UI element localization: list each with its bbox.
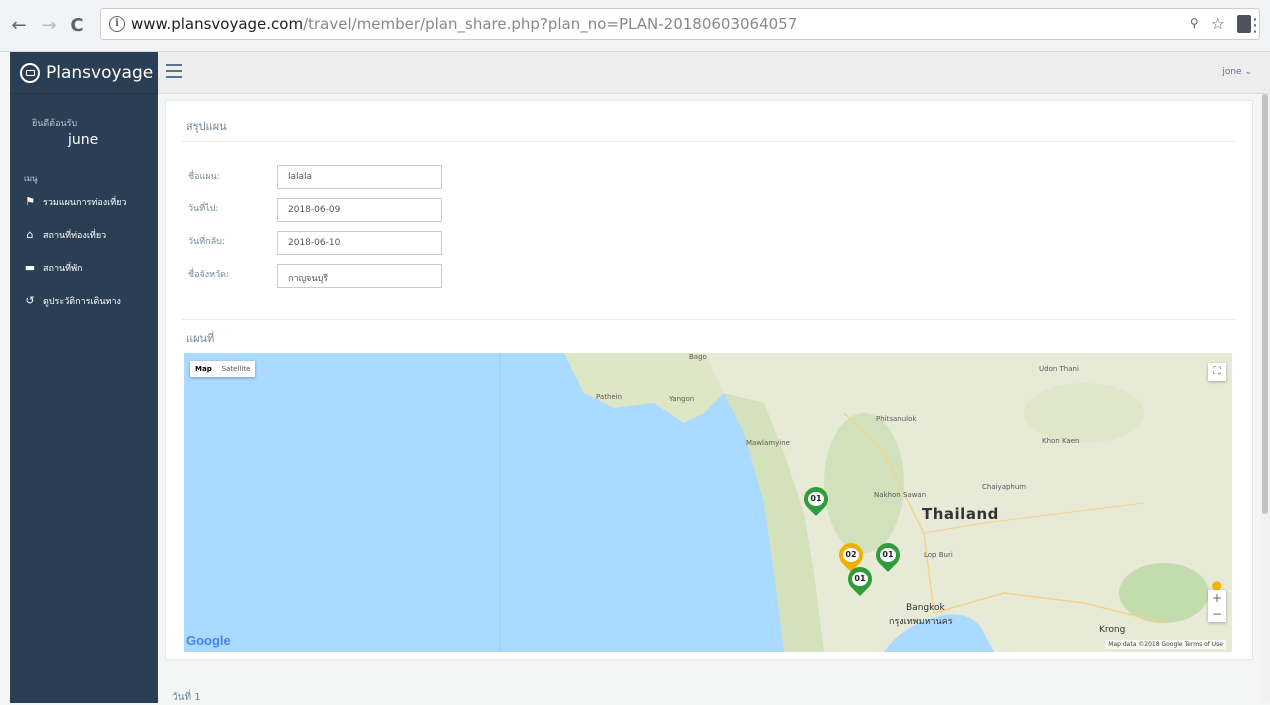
zoom-icon[interactable]: ⚲ <box>1190 16 1199 33</box>
sidebar-item-plans[interactable]: ⚑ รวมแผนการท่องเที่ยว <box>10 185 158 218</box>
url-text[interactable]: www.plansvoyage.com/travel/member/plan_s… <box>131 15 797 33</box>
zoom-in-button[interactable]: + <box>1208 590 1226 606</box>
province-label: ชื่อจังหวัด: <box>188 270 230 280</box>
zoom-control: + − <box>1208 590 1226 622</box>
country-label: Thailand <box>922 505 999 523</box>
sidebar-item-history[interactable]: ↺ ดูประวัติการเดินทาง <box>10 284 158 317</box>
sidebar-item-accommodation[interactable]: ▬ สถานที่พัก <box>10 251 158 284</box>
user-dropdown[interactable]: jone ⌄ <box>1222 67 1252 77</box>
brand-name: Plansvoyage <box>46 62 154 83</box>
map-label: Chaiyaphum <box>982 483 1027 491</box>
city-label-thai: กรุงเทพมหานคร <box>889 617 953 627</box>
map-label: Yangon <box>669 395 695 403</box>
menu-heading: เมนู <box>24 174 38 183</box>
panel-title: สรุปแผน <box>186 120 227 133</box>
user-name: june <box>68 132 99 148</box>
map-label: Lop Buri <box>924 551 953 559</box>
city-label: Krong <box>1099 625 1126 635</box>
map-marker[interactable]: 01 <box>799 482 833 519</box>
back-icon[interactable]: ← <box>8 15 30 37</box>
map-label: Phitsanulok <box>876 415 917 423</box>
history-icon: ↺ <box>25 294 35 307</box>
map-label: Bago <box>689 353 707 361</box>
map-type-map[interactable]: Map <box>190 361 217 377</box>
suitcase-icon: ⚑ <box>25 195 35 208</box>
bed-icon: ▬ <box>24 261 36 274</box>
map-label: Udon Thani <box>1039 365 1079 373</box>
map-view[interactable]: Map Satellite ⛶ Yangon Pathein Mawlamyin… <box>184 353 1232 652</box>
sidebar-item-attractions[interactable]: ⌂ สถานที่ท่องเที่ยว <box>10 218 158 251</box>
welcome-label: ยินดีต้อนรับ <box>32 119 78 129</box>
city-label: Bangkok <box>906 603 945 613</box>
info-icon[interactable]: i <box>109 16 125 32</box>
browser-menu-icon[interactable]: ⋮ <box>1246 15 1264 36</box>
map-label: Khon Kaen <box>1042 437 1080 445</box>
forward-icon[interactable]: → <box>38 15 60 37</box>
google-logo: Google <box>186 633 231 648</box>
plan-name-label: ชื่อแผน: <box>188 172 220 182</box>
fullscreen-icon[interactable]: ⛶ <box>1208 363 1226 381</box>
divider <box>182 141 1236 142</box>
map-type-satellite[interactable]: Satellite <box>217 361 256 377</box>
map-label: Nakhon Sawan <box>874 491 927 499</box>
brand[interactable]: Plansvoyage <box>10 52 158 94</box>
zoom-out-button[interactable]: − <box>1208 606 1226 622</box>
map-marker[interactable]: 01 <box>843 562 877 599</box>
browser-toolbar: ← → C i www.plansvoyage.com/travel/membe… <box>0 0 1270 52</box>
address-bar[interactable]: i www.plansvoyage.com/travel/member/plan… <box>100 8 1260 40</box>
end-date-field[interactable]: 2018-06-10 <box>277 231 442 255</box>
home-icon: ⌂ <box>26 228 34 241</box>
plan-summary-panel: สรุปแผน ชื่อแผน: lalala วันที่ไป: 2018-0… <box>165 100 1253 660</box>
reload-icon[interactable]: C <box>66 15 88 37</box>
province-field[interactable]: กาญจนบุรี <box>277 264 442 288</box>
map-label: Pathein <box>596 393 623 401</box>
divider <box>182 319 1236 320</box>
plan-name-field[interactable]: lalala <box>277 165 442 189</box>
map-attribution[interactable]: Map data ©2018 Google Terms of Use <box>1105 640 1226 649</box>
monitor-icon <box>20 62 40 83</box>
map-marker[interactable]: 01 <box>871 538 905 575</box>
sidebar: Plansvoyage ยินดีต้อนรับ june เมนู ⚑ รวม… <box>10 52 158 703</box>
end-date-label: วันที่กลับ: <box>188 237 225 247</box>
map-label: Mawlamyine <box>746 439 790 447</box>
map-type-control: Map Satellite <box>190 361 256 377</box>
start-date-label: วันที่ไป: <box>188 204 219 214</box>
top-navbar: jone ⌄ <box>158 52 1270 94</box>
hamburger-menu-icon[interactable] <box>166 64 182 78</box>
map-terrain <box>184 353 1232 652</box>
bookmark-star-icon[interactable]: ☆ <box>1211 14 1225 33</box>
start-date-field[interactable]: 2018-06-09 <box>277 198 442 222</box>
map-title: แผนที่ <box>186 332 215 345</box>
scrollbar[interactable] <box>1260 94 1270 703</box>
